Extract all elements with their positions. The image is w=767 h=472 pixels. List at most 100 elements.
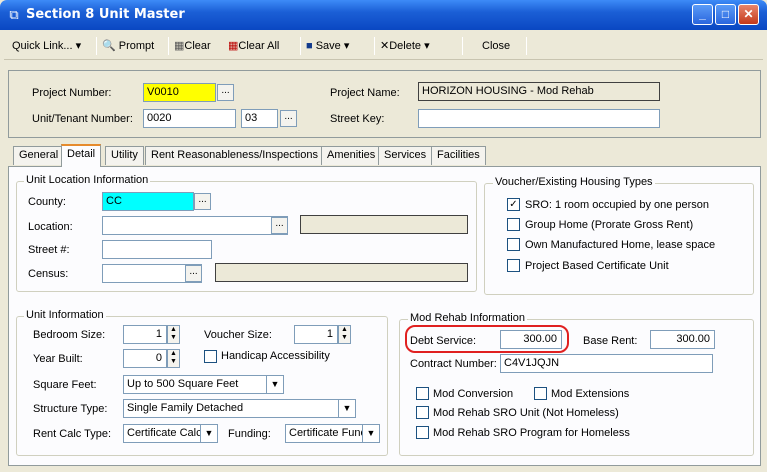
- manufactured-home-label: Own Manufactured Home, lease space: [525, 239, 716, 251]
- project-number-label: Project Number:: [32, 87, 112, 99]
- location-lookup-button[interactable]: ...: [271, 217, 288, 234]
- spin-down-icon: ▼: [170, 334, 177, 341]
- chevron-down-icon: ▼: [338, 400, 355, 417]
- census-label: Census:: [28, 268, 69, 280]
- unit-lookup-button[interactable]: ...: [280, 110, 297, 127]
- sro-homeless-checkbox[interactable]: [416, 426, 429, 439]
- voucher-size-label: Voucher Size:: [204, 329, 272, 341]
- toolbar-divider: [96, 37, 97, 55]
- rent-calc-label: Rent Calc Type:: [33, 428, 112, 440]
- handicap-checkbox[interactable]: [204, 350, 217, 363]
- project-based-checkbox[interactable]: [507, 259, 520, 272]
- delete-label: Delete: [389, 40, 422, 52]
- toolbar-divider: [374, 37, 375, 55]
- spin-up-icon: ▲: [341, 326, 348, 333]
- base-rent-input[interactable]: 300.00: [650, 330, 715, 349]
- close-button[interactable]: Close: [482, 34, 510, 58]
- tab-general[interactable]: General: [13, 146, 65, 165]
- chevron-down-icon: ▾: [75, 40, 82, 52]
- voucher-size-input[interactable]: 1: [294, 325, 338, 344]
- debt-service-label: Debt Service:: [410, 335, 477, 347]
- save-label: Save: [315, 40, 341, 52]
- tab-rent-reasonableness[interactable]: Rent Reasonableness/Inspections: [145, 146, 324, 165]
- county-input[interactable]: CC: [102, 192, 194, 211]
- toolbar-divider: [462, 37, 463, 55]
- contract-number-input[interactable]: C4V1JQJN: [500, 354, 713, 373]
- voucher-size-spinner[interactable]: ▲ ▼: [338, 325, 351, 344]
- street-key-input[interactable]: [418, 109, 660, 128]
- year-built-input[interactable]: 0: [123, 349, 167, 368]
- project-lookup-button[interactable]: ...: [217, 84, 234, 101]
- group-home-checkbox[interactable]: [507, 218, 520, 231]
- tab-facilities[interactable]: Facilities: [431, 146, 486, 165]
- street-number-input[interactable]: [102, 240, 212, 259]
- spin-up-icon: ▲: [170, 350, 177, 357]
- clear-all-button[interactable]: ▦Clear All: [228, 34, 279, 58]
- contract-number-label: Contract Number:: [410, 358, 497, 370]
- chevron-down-icon: ▼: [266, 376, 283, 393]
- spin-down-icon: ▼: [170, 358, 177, 365]
- tab-utility[interactable]: Utility: [105, 146, 144, 165]
- prompt-button[interactable]: 🔍 Prompt: [102, 34, 154, 58]
- unit-tenant-label: Unit/Tenant Number:: [32, 113, 133, 125]
- mod-conversion-checkbox[interactable]: [416, 387, 429, 400]
- location-input[interactable]: [102, 216, 288, 235]
- sro-not-homeless-label: Mod Rehab SRO Unit (Not Homeless): [433, 407, 619, 419]
- square-feet-label: Square Feet:: [33, 379, 97, 391]
- sro-checkbox[interactable]: ✓: [507, 198, 520, 211]
- spin-down-icon: ▼: [341, 334, 348, 341]
- structure-type-value: Single Family Detached: [127, 402, 244, 414]
- year-built-spinner[interactable]: ▲ ▼: [167, 349, 180, 368]
- minimize-button[interactable]: _: [692, 4, 713, 25]
- chevron-down-icon: ▼: [200, 425, 217, 442]
- toolbar: Quick Link... ▾ 🔍 Prompt ▦Clear ▦Clear A…: [4, 34, 763, 60]
- clear-icon: ▦: [174, 40, 185, 52]
- group-home-label: Group Home (Prorate Gross Rent): [525, 219, 694, 231]
- clear-all-icon: ▦: [228, 40, 239, 52]
- clear-button[interactable]: ▦Clear: [174, 34, 211, 58]
- close-window-button[interactable]: ✕: [738, 4, 759, 25]
- clear-all-label: Clear All: [238, 40, 280, 52]
- clear-label: Clear: [184, 40, 211, 52]
- save-button[interactable]: ■ Save ▾: [306, 34, 349, 58]
- mod-extensions-checkbox[interactable]: [534, 387, 547, 400]
- tab-amenities[interactable]: Amenities: [321, 146, 382, 165]
- tenant-number-input[interactable]: 03: [241, 109, 278, 128]
- funding-label: Funding:: [228, 428, 271, 440]
- toolbar-divider: [168, 37, 169, 55]
- street-key-label: Street Key:: [330, 113, 385, 125]
- unit-location-title: Unit Location Information: [24, 174, 151, 186]
- structure-type-label: Structure Type:: [33, 403, 108, 415]
- project-number-input[interactable]: V0010: [143, 83, 216, 102]
- project-based-label: Project Based Certificate Unit: [525, 260, 669, 272]
- funding-select[interactable]: Certificate Func ▼: [285, 424, 380, 443]
- project-name-label: Project Name:: [330, 87, 400, 99]
- rent-calc-select[interactable]: Certificate Calc ▼: [123, 424, 218, 443]
- delete-button[interactable]: ✕Delete ▾: [380, 34, 430, 58]
- mod-conversion-label: Mod Conversion: [433, 388, 514, 400]
- bedroom-size-spinner[interactable]: ▲ ▼: [167, 325, 180, 344]
- spin-up-icon: ▲: [170, 326, 177, 333]
- manufactured-home-checkbox[interactable]: [507, 238, 520, 251]
- bedroom-size-input[interactable]: 1: [123, 325, 167, 344]
- census-lookup-button[interactable]: ...: [185, 265, 202, 282]
- sro-not-homeless-checkbox[interactable]: [416, 406, 429, 419]
- chevron-down-icon: ▾: [343, 40, 350, 52]
- bedroom-size-label: Bedroom Size:: [33, 329, 106, 341]
- quick-link-button[interactable]: Quick Link... ▾: [12, 34, 81, 58]
- maximize-button[interactable]: □: [715, 4, 736, 25]
- magnifier-icon: 🔍: [102, 40, 116, 52]
- county-lookup-button[interactable]: ...: [194, 193, 211, 210]
- tab-services[interactable]: Services: [378, 146, 433, 165]
- rent-calc-value: Certificate Calc: [127, 427, 202, 439]
- sro-homeless-label: Mod Rehab SRO Program for Homeless: [433, 427, 630, 439]
- toolbar-divider: [300, 37, 301, 55]
- structure-type-select[interactable]: Single Family Detached ▼: [123, 399, 356, 418]
- prompt-label: Prompt: [118, 40, 155, 52]
- tab-detail[interactable]: Detail: [61, 144, 102, 167]
- debt-service-input[interactable]: 300.00: [500, 330, 562, 349]
- window-title: Section 8 Unit Master: [26, 7, 185, 22]
- unit-number-input[interactable]: 0020: [143, 109, 236, 128]
- square-feet-select[interactable]: Up to 500 Square Feet ▼: [123, 375, 284, 394]
- handicap-label: Handicap Accessibility: [221, 350, 330, 362]
